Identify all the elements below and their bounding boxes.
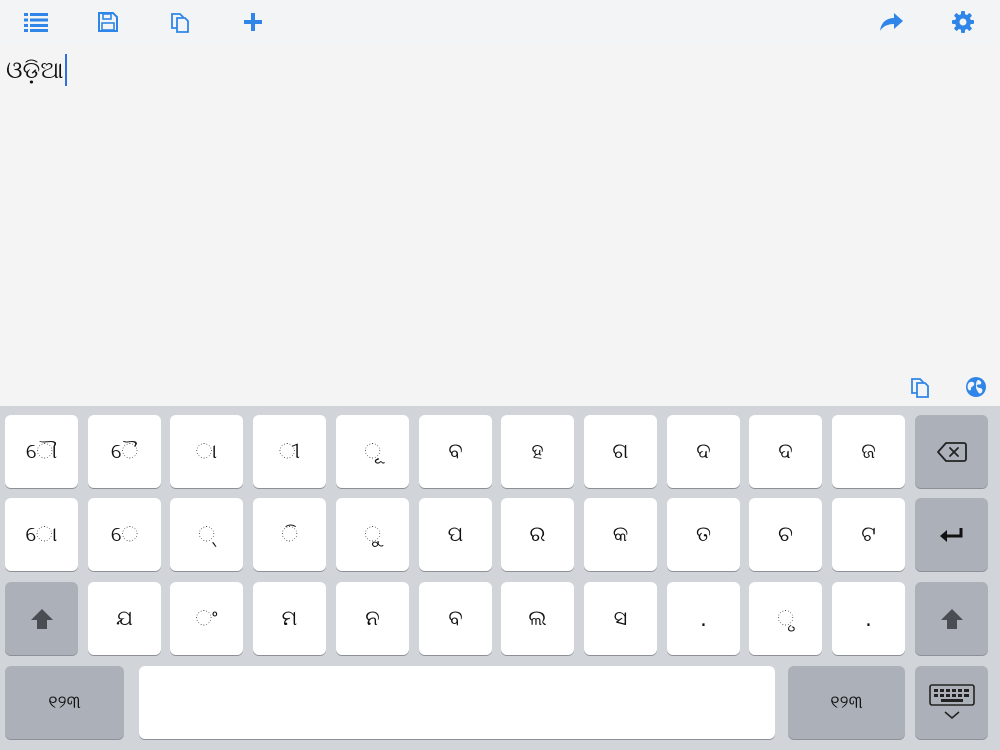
share-icon	[880, 13, 903, 31]
plus-icon	[244, 13, 262, 31]
key[interactable]: ତ	[667, 498, 740, 571]
key[interactable]: ଯ	[88, 582, 161, 655]
key[interactable]: ୈ	[88, 415, 161, 488]
key[interactable]: ଟ	[832, 498, 905, 571]
numbers-key-left[interactable]: ୧୨୩	[5, 666, 124, 739]
settings-button[interactable]	[947, 8, 979, 36]
key[interactable]: ୋ	[5, 498, 78, 571]
text-caret	[64, 54, 67, 86]
accessory-copy-button[interactable]	[907, 374, 933, 400]
key[interactable]: ଦ	[749, 415, 822, 488]
list-button[interactable]	[20, 8, 52, 36]
key[interactable]: ୂ	[336, 415, 409, 488]
key[interactable]: ା	[170, 415, 243, 488]
top-toolbar	[0, 0, 1000, 44]
key[interactable]: ବ	[419, 582, 492, 655]
key[interactable]: ମ	[253, 582, 326, 655]
key[interactable]: ବ	[419, 415, 492, 488]
share-button[interactable]	[875, 8, 907, 36]
key[interactable]: ଦ	[667, 415, 740, 488]
shift-key-left[interactable]	[5, 582, 78, 655]
shift-key-right[interactable]	[915, 582, 988, 655]
key[interactable]: .	[832, 582, 905, 655]
numbers-key-right[interactable]: ୧୨୩	[788, 666, 905, 739]
space-bar[interactable]	[139, 666, 775, 739]
backspace-key[interactable]	[915, 415, 988, 488]
editor-text: ଓଡ଼ିଆ	[6, 56, 64, 84]
save-button[interactable]	[92, 8, 124, 36]
keyboard-dismiss-key[interactable]	[915, 666, 988, 739]
key[interactable]: ସ	[584, 582, 657, 655]
copy-icon	[911, 378, 929, 398]
add-button[interactable]	[237, 8, 269, 36]
key[interactable]: .	[667, 582, 740, 655]
key[interactable]: ର	[501, 498, 574, 571]
backspace-icon	[936, 441, 967, 462]
key[interactable]: ପ	[419, 498, 492, 571]
onscreen-keyboard: ୌ ୈ ା ୀ ୂ ବ ହ ଗ ଦ ଦ ଜ ୋ େ ୍ ି ୁ ପ ର କ ତ …	[0, 406, 1000, 750]
return-key[interactable]	[915, 498, 988, 571]
key[interactable]: ଂ	[170, 582, 243, 655]
key[interactable]: େ	[88, 498, 161, 571]
key[interactable]: ି	[253, 498, 326, 571]
keyboard-dismiss-icon	[928, 683, 975, 719]
list-icon	[24, 13, 48, 32]
key[interactable]: ୌ	[5, 415, 78, 488]
key[interactable]: ଜ	[832, 415, 905, 488]
return-icon	[939, 527, 962, 542]
key[interactable]: କ	[584, 498, 657, 571]
key[interactable]: ଚ	[749, 498, 822, 571]
copy-button[interactable]	[164, 8, 196, 36]
gear-icon	[952, 11, 974, 33]
key[interactable]: ୍	[170, 498, 243, 571]
text-editor[interactable]: ଓଡ଼ିଆ	[0, 44, 1000, 406]
key[interactable]: ନ	[336, 582, 409, 655]
key[interactable]: ୁ	[336, 498, 409, 571]
key[interactable]: ଗ	[584, 415, 657, 488]
shift-icon	[30, 608, 53, 629]
globe-icon	[966, 377, 986, 397]
shift-icon	[940, 608, 963, 629]
copy-icon	[171, 13, 189, 33]
key[interactable]: ଲ	[501, 582, 574, 655]
key[interactable]: ୃ	[749, 582, 822, 655]
key[interactable]: ୀ	[253, 415, 326, 488]
accessory-globe-button[interactable]	[963, 374, 989, 400]
key[interactable]: ହ	[501, 415, 574, 488]
save-icon	[98, 12, 118, 32]
